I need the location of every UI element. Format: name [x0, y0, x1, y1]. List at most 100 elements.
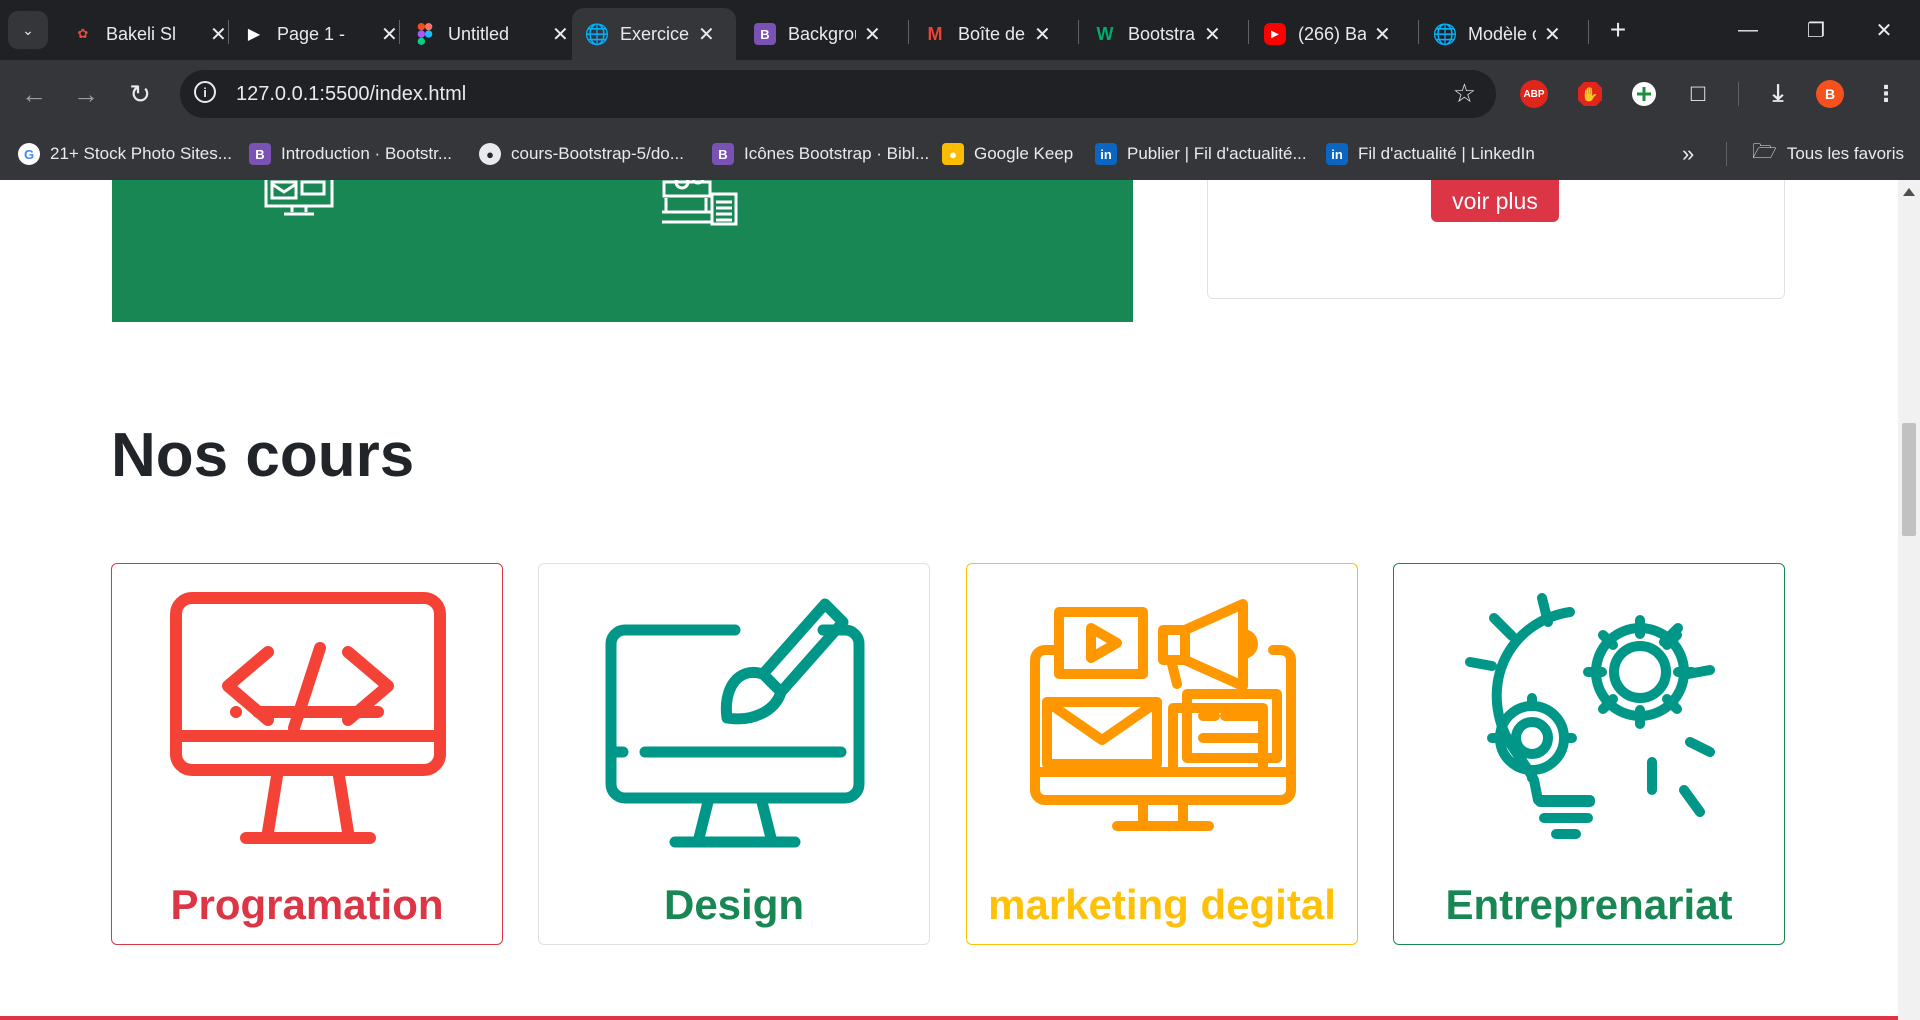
- tab-title: Backgrou: [788, 23, 856, 44]
- play-icon: ▶: [247, 26, 261, 43]
- bookmark-item[interactable]: G 21+ Stock Photo Sites...: [18, 141, 232, 167]
- bookmark-label: Google Keep: [974, 144, 1074, 163]
- close-window-button[interactable]: ✕: [1856, 12, 1912, 48]
- url-text[interactable]: 127.0.0.1:5500/index.html: [236, 83, 466, 106]
- minimize-button[interactable]: —: [1720, 12, 1776, 48]
- tab-separator: [908, 20, 909, 44]
- globe-icon: 🌐: [1432, 23, 1458, 46]
- reload-icon: ↻: [129, 78, 151, 109]
- course-card-design[interactable]: Design: [538, 563, 930, 945]
- github-logo-icon: ●: [479, 143, 501, 165]
- close-icon[interactable]: ✕: [1544, 22, 1561, 47]
- tab-search-button[interactable]: ⌄: [8, 11, 48, 49]
- page-viewport: voir plus Nos cours Programation Design …: [0, 180, 1898, 1020]
- tab-separator: [1418, 20, 1419, 44]
- tab-title: Boîte de: [958, 23, 1026, 44]
- tab-title: Untitled: [448, 23, 510, 44]
- bookmark-label: Icônes Bootstrap · Bibl...: [744, 144, 930, 163]
- site-info-icon[interactable]: i: [194, 81, 216, 103]
- reload-button[interactable]: ↻: [120, 74, 160, 114]
- vertical-scrollbar[interactable]: [1898, 180, 1920, 1020]
- voir-plus-button[interactable]: voir plus: [1431, 180, 1559, 222]
- google-logo-icon: G: [18, 143, 40, 165]
- new-tab-button[interactable]: +: [1598, 12, 1638, 48]
- tab-gmail[interactable]: M Boîte de ✕: [910, 8, 1078, 60]
- code-monitor-icon: [170, 592, 446, 844]
- scroll-up-arrow-icon[interactable]: [1903, 188, 1915, 196]
- gmail-logo-icon: M: [927, 23, 943, 44]
- close-icon[interactable]: ✕: [552, 22, 569, 47]
- bookmark-item[interactable]: B Introduction · Bootstr...: [249, 141, 452, 167]
- course-title: Entreprenariat: [1445, 881, 1733, 928]
- course-title: marketing degital: [988, 881, 1336, 928]
- tab-background[interactable]: B Backgrou ✕: [740, 8, 908, 60]
- minimize-icon: —: [1738, 18, 1758, 41]
- toolbar-separator: [1738, 82, 1739, 106]
- back-button[interactable]: ←: [14, 74, 54, 114]
- bookmark-item[interactable]: in Fil d'actualité | LinkedIn: [1326, 141, 1535, 167]
- bookmark-item[interactable]: B Icônes Bootstrap · Bibl...: [712, 141, 929, 167]
- close-icon[interactable]: ✕: [1374, 22, 1391, 47]
- close-icon[interactable]: ✕: [698, 22, 715, 47]
- tab-title: Modèle c: [1468, 23, 1536, 44]
- tab-bootstrap-w3[interactable]: W Bootstra ✕: [1080, 8, 1248, 60]
- close-icon[interactable]: ✕: [864, 22, 881, 47]
- tab-title: Page 1 -: [277, 23, 346, 44]
- download-icon[interactable]: ⤓: [1762, 78, 1794, 110]
- adblock-hand-icon[interactable]: ✋: [1574, 78, 1606, 110]
- tab-bakeli[interactable]: ✿ Bakeli Sl ✕: [58, 8, 228, 60]
- add-extension-icon[interactable]: [1628, 78, 1660, 110]
- bootstrap-logo-icon: B: [249, 143, 271, 165]
- tab-exercice-active[interactable]: 🌐 Exercice ✕: [572, 8, 736, 60]
- all-bookmarks-button[interactable]: 🗁 Tous les favoris: [1752, 141, 1904, 167]
- course-title: Programation: [170, 881, 444, 928]
- bookmark-item[interactable]: in Publier | Fil d'actualité...: [1095, 141, 1307, 167]
- svg-text:✋: ✋: [1581, 86, 1598, 103]
- figma-logo-icon: [414, 23, 436, 45]
- plus-icon: +: [1609, 14, 1627, 45]
- linkedin-logo-icon: in: [1095, 143, 1117, 165]
- design-monitor-icon: [605, 598, 865, 848]
- bookmark-item[interactable]: ● cours-Bootstrap-5/do...: [479, 141, 684, 167]
- extensions-puzzle-icon[interactable]: □: [1682, 78, 1714, 110]
- tab-youtube[interactable]: ▶ (266) Ba ✕: [1250, 8, 1418, 60]
- folder-icon: 🗁: [1752, 141, 1777, 163]
- adblock-plus-icon[interactable]: ABP: [1520, 80, 1548, 108]
- course-card-entreprenariat[interactable]: Entreprenariat: [1393, 563, 1785, 945]
- bookmark-item[interactable]: ● Google Keep: [942, 141, 1073, 167]
- close-icon[interactable]: ✕: [1204, 22, 1221, 47]
- course-card-marketing[interactable]: marketing degital: [966, 563, 1358, 945]
- more-bookmarks-button[interactable]: »: [1682, 141, 1694, 167]
- close-icon[interactable]: ✕: [1034, 22, 1051, 47]
- restore-button[interactable]: ❐: [1788, 12, 1844, 48]
- bookmark-label: Introduction · Bootstr...: [281, 144, 453, 163]
- restore-icon: ❐: [1807, 19, 1825, 42]
- idea-gears-icon: [1465, 593, 1715, 839]
- forward-button[interactable]: →: [66, 74, 106, 114]
- google-keep-icon: ●: [942, 143, 964, 165]
- profile-avatar[interactable]: B: [1816, 80, 1844, 108]
- close-icon[interactable]: ✕: [210, 22, 227, 47]
- address-bar[interactable]: i 127.0.0.1:5500/index.html ☆: [180, 70, 1496, 118]
- section-divider: [0, 1016, 1898, 1020]
- close-icon[interactable]: ✕: [381, 22, 398, 47]
- linkedin-logo-icon: in: [1326, 143, 1348, 165]
- bootstrap-logo-icon: B: [754, 23, 776, 45]
- email-monitor-icon: [264, 180, 334, 216]
- tab-strip: ⌄ ✿ Bakeli Sl ✕ ▶ Page 1 - ✕ Untitled ✕ …: [0, 0, 1920, 60]
- tab-title: Exercice: [620, 23, 690, 44]
- tab-modele[interactable]: 🌐 Modèle c ✕: [1420, 8, 1588, 60]
- bootstrap-logo-icon: B: [712, 143, 734, 165]
- scrollbar-thumb[interactable]: [1902, 423, 1916, 536]
- kebab-menu-icon[interactable]: ⋮: [1870, 78, 1902, 110]
- course-card-programation[interactable]: Programation: [111, 563, 503, 945]
- marketing-icon: [1030, 599, 1296, 831]
- arrow-left-icon: ←: [21, 78, 47, 109]
- tab-untitled[interactable]: Untitled ✕: [400, 8, 570, 60]
- tab-title: Bakeli Sl: [106, 23, 177, 44]
- bakeli-logo-icon: ✿: [77, 26, 89, 41]
- star-icon[interactable]: ☆: [1453, 78, 1476, 109]
- workspace-icon: [662, 180, 738, 226]
- tab-page1[interactable]: ▶ Page 1 - ✕: [229, 8, 399, 60]
- bookmark-label: cours-Bootstrap-5/do...: [511, 144, 684, 163]
